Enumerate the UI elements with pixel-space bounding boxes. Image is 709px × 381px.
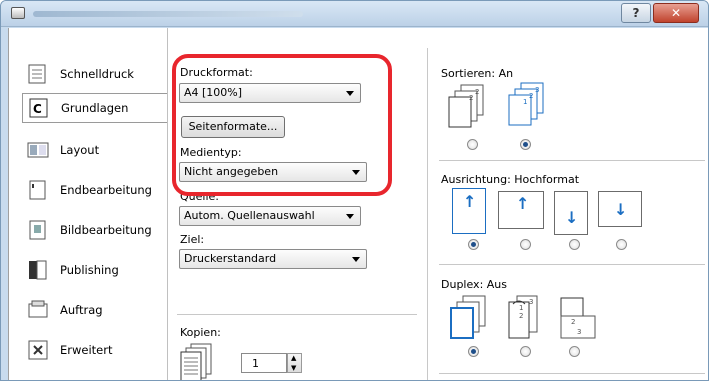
publishing-icon — [26, 258, 50, 282]
svg-text:2: 2 — [475, 88, 479, 96]
portrait-button[interactable]: ↑ — [452, 188, 486, 234]
sidebar-item-label: Layout — [60, 143, 100, 157]
sidebar-divider — [167, 28, 168, 380]
layout-icon — [26, 138, 50, 162]
basic-icon: C — [27, 96, 51, 120]
sidebar-item-label: Bildbearbeitung — [60, 223, 152, 237]
arrow-up-icon: ↑ — [463, 192, 477, 211]
sidebar-item-label: Schnelldruck — [60, 67, 134, 81]
landscape-button[interactable]: ↑ — [498, 191, 544, 229]
sidebar-item-layout[interactable]: Layout — [22, 135, 162, 165]
orientation-label: Ausrichtung: — [441, 173, 511, 186]
copies-value: 1 — [252, 357, 259, 370]
svg-text:3: 3 — [529, 298, 533, 306]
divider — [439, 373, 705, 374]
column-divider — [427, 48, 428, 380]
copies-label: Kopien: — [180, 326, 221, 339]
collate-off-icon: 22 — [441, 81, 489, 129]
duplex-off-radio[interactable] — [468, 346, 479, 357]
destination-dropdown[interactable]: Druckerstandard — [179, 249, 367, 269]
svg-text:3: 3 — [577, 328, 581, 336]
svg-text:2: 2 — [519, 312, 523, 320]
duplex-heading: Duplex: Aus — [441, 278, 507, 291]
dialog-content: Schnelldruck C Grundlagen Layout Endbear… — [8, 28, 708, 380]
advanced-icon — [26, 338, 50, 362]
landscape-rotated-radio[interactable] — [616, 239, 627, 250]
svg-text:2: 2 — [529, 92, 533, 100]
source-dropdown[interactable]: Autom. Quellenauswahl — [179, 206, 361, 226]
orientation-heading: Ausrichtung: Hochformat — [441, 173, 579, 186]
arrow-down-icon: ↓ — [565, 208, 579, 227]
destination-value: Druckerstandard — [184, 252, 277, 265]
svg-text:2: 2 — [571, 318, 575, 326]
quick-print-icon — [26, 62, 50, 86]
svg-text:3: 3 — [535, 86, 539, 94]
collate-label: Sortieren: — [441, 67, 496, 80]
landscape-rotated-button[interactable]: ↓ — [598, 191, 642, 227]
sidebar-item-auftrag[interactable]: Auftrag — [22, 295, 162, 325]
landscape-radio[interactable] — [520, 239, 531, 250]
collate-off-radio[interactable] — [467, 139, 478, 150]
portrait-rotated-radio[interactable] — [569, 239, 580, 250]
duplex-label: Duplex: — [441, 278, 484, 291]
duplex-long-edge-radio[interactable] — [520, 346, 531, 357]
destination-label: Ziel: — [180, 233, 205, 246]
svg-text:2: 2 — [469, 94, 473, 102]
sidebar-item-erweitert[interactable]: Erweitert — [22, 335, 162, 365]
collate-value: An — [498, 67, 514, 80]
sidebar-item-grundlagen[interactable]: C Grundlagen — [22, 93, 168, 123]
copies-input[interactable]: 1 — [241, 353, 287, 373]
job-icon — [26, 298, 50, 322]
printer-properties-window: ? ✕ Schnelldruck C Grundlagen Layout End… — [0, 0, 709, 381]
chevron-down-icon — [346, 214, 354, 219]
sidebar-item-schnelldruck[interactable]: Schnelldruck — [22, 59, 162, 89]
portrait-radio[interactable] — [468, 239, 479, 250]
copies-stepper[interactable]: ▲ ▼ — [287, 353, 302, 373]
svg-text:1: 1 — [523, 98, 527, 106]
copies-icon — [179, 342, 215, 380]
duplex-value: Aus — [486, 278, 508, 291]
sidebar-item-endbearbeitung[interactable]: Endbearbeitung — [22, 175, 162, 205]
sidebar-item-label: Auftrag — [60, 303, 103, 317]
svg-text:C: C — [33, 102, 42, 116]
duplex-long-edge-icon: 312 — [497, 294, 545, 342]
sidebar-item-bildbearbeitung[interactable]: Bildbearbeitung — [22, 215, 162, 245]
chevron-down-icon — [352, 257, 360, 262]
arrow-up-icon: ↑ — [516, 194, 530, 213]
duplex-off-icon — [445, 294, 493, 342]
duplex-short-edge-radio[interactable] — [569, 346, 580, 357]
sidebar-item-publishing[interactable]: Publishing — [22, 255, 162, 285]
close-button[interactable]: ✕ — [653, 3, 699, 23]
help-button[interactable]: ? — [621, 3, 651, 23]
sidebar: Schnelldruck C Grundlagen Layout Endbear… — [9, 28, 168, 380]
duplex-short-edge-icon: 32 — [549, 294, 601, 342]
orientation-value: Hochformat — [514, 173, 580, 186]
source-value: Autom. Quellenauswahl — [184, 209, 315, 222]
finishing-icon — [26, 178, 50, 202]
sidebar-item-label: Grundlagen — [61, 101, 129, 115]
collate-on-radio[interactable] — [520, 139, 531, 150]
divider — [439, 160, 705, 161]
printer-icon — [11, 7, 25, 19]
stepper-up-icon: ▲ — [291, 354, 297, 362]
portrait-rotated-button[interactable]: ↓ — [554, 191, 588, 235]
sidebar-item-label: Publishing — [60, 263, 119, 277]
collate-on-icon: 321 — [499, 81, 551, 129]
title-bar: ? ✕ — [1, 1, 708, 27]
collate-heading: Sortieren: An — [441, 67, 513, 80]
sidebar-item-label: Endbearbeitung — [60, 183, 152, 197]
highlight-frame — [172, 54, 392, 196]
sidebar-item-label: Erweitert — [60, 343, 113, 357]
stepper-down-icon: ▼ — [291, 364, 297, 372]
arrow-down-icon: ↓ — [614, 200, 628, 219]
window-title-blurred — [33, 11, 303, 17]
svg-text:1: 1 — [519, 304, 523, 312]
divider — [439, 264, 705, 265]
imaging-icon — [26, 218, 50, 242]
divider — [177, 314, 417, 315]
